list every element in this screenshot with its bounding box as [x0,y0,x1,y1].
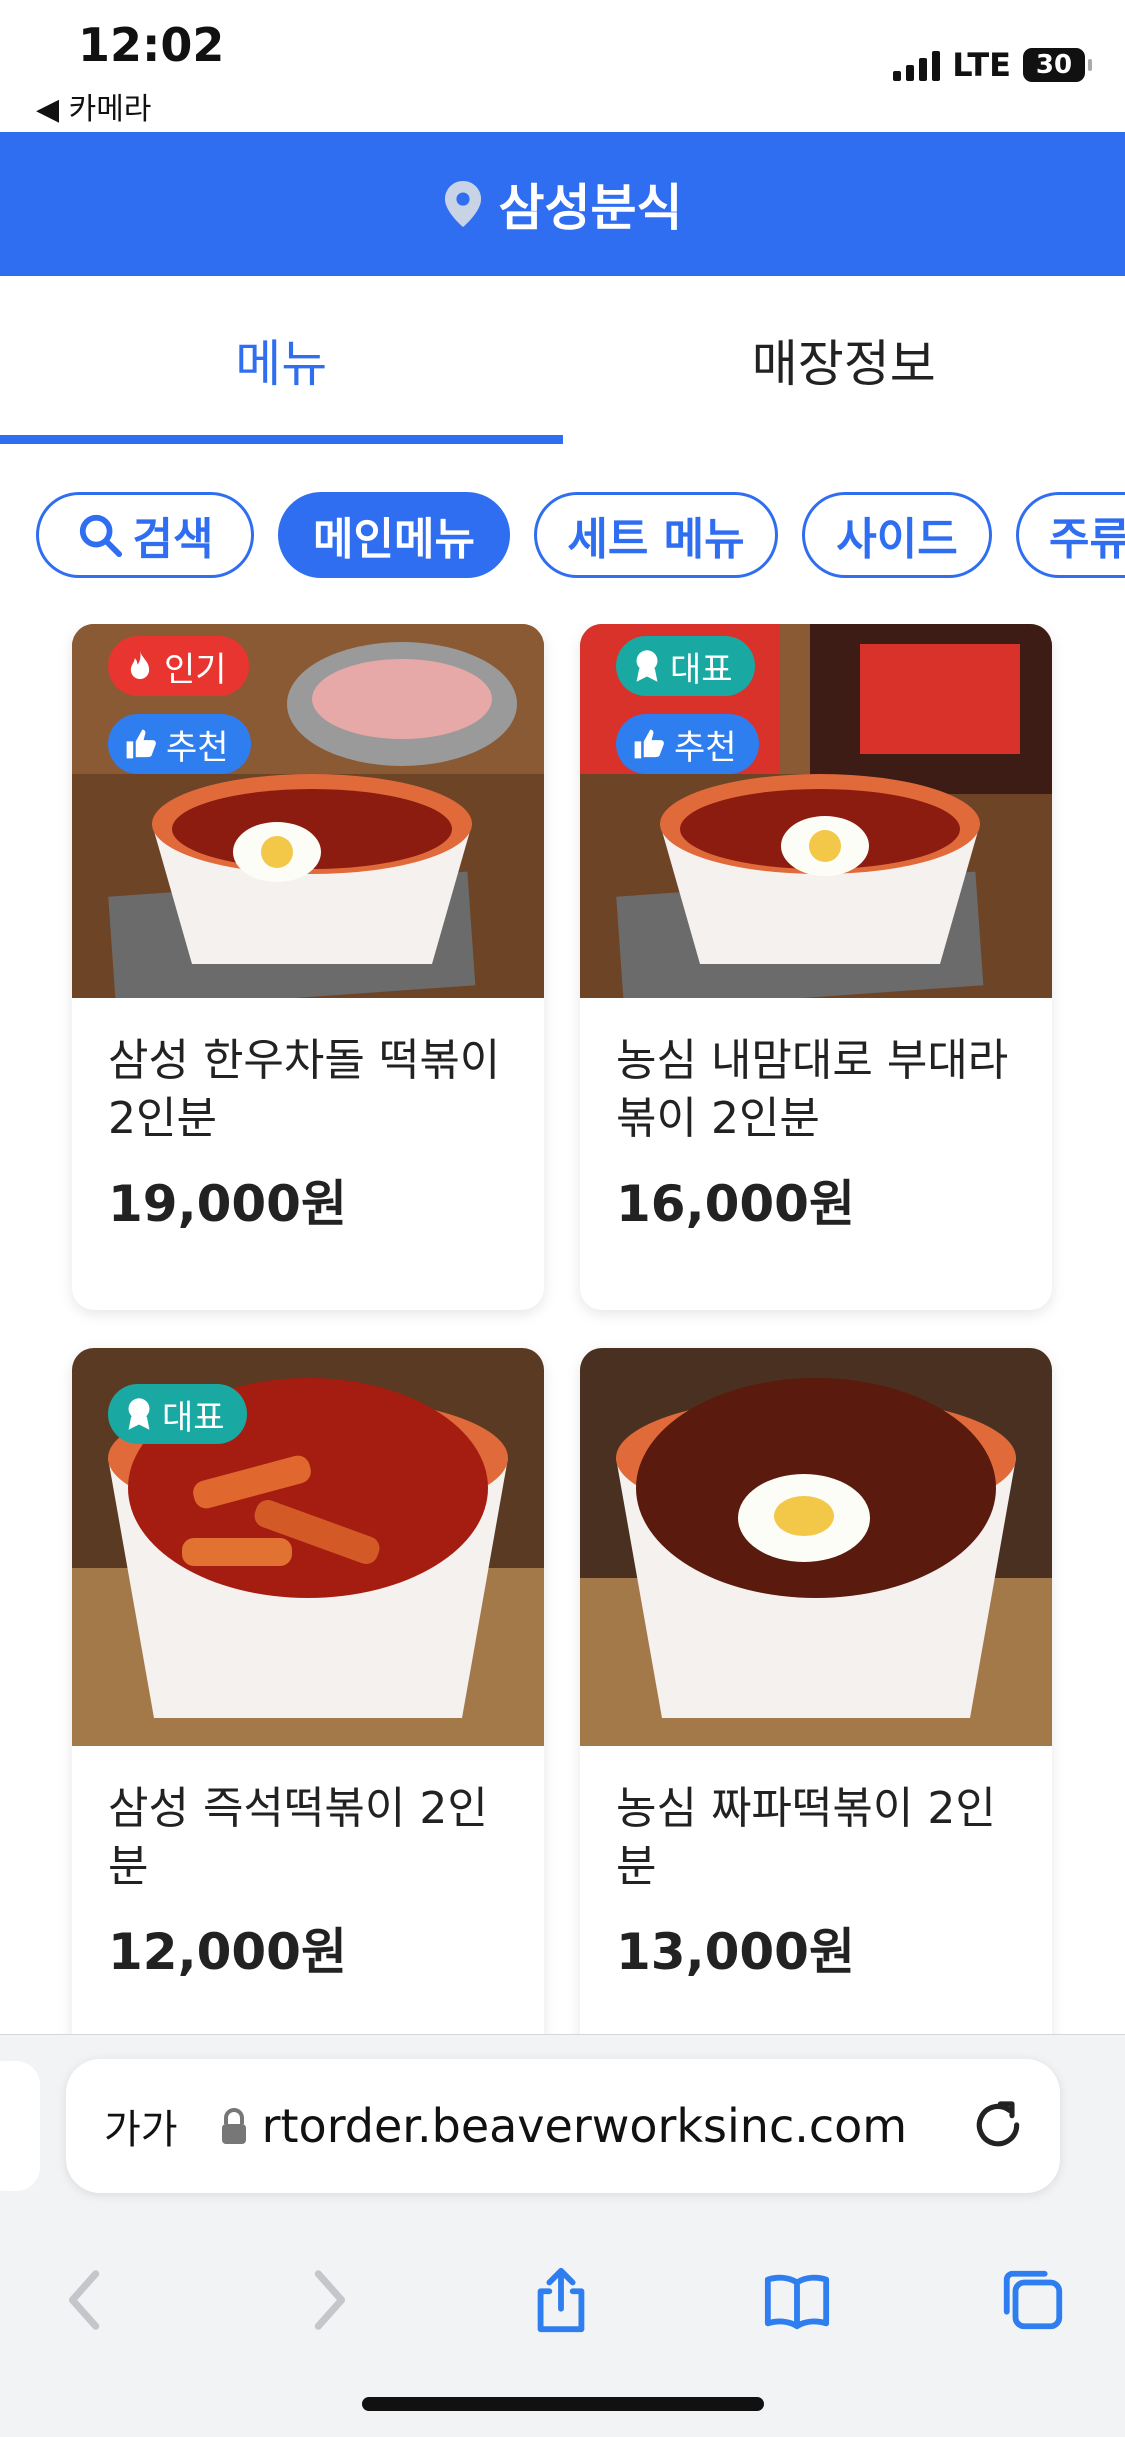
representative-badge-label: 대표 [670,642,733,691]
menu-card[interactable]: 대표 추천 농심 내맘대로 부대라볶이 2인분 16,000원 [580,624,1052,1310]
status-time: 12:02 [78,18,224,72]
chip-set-menu[interactable]: 세트 메뉴 [534,492,778,578]
category-chips: 검색 메인메뉴 세트 메뉴 사이드 주류 [0,444,1125,624]
status-bar: 12:02 ◀ 카메라 LTE 30 [0,0,1125,132]
back-to-camera-link[interactable]: ◀ 카메라 [36,84,151,128]
menu-card[interactable]: 농심 짜파떡볶이 2인분 13,000원 [580,1348,1052,2034]
menu-price: 12,000원 [72,1896,544,1984]
recommend-badge-label: 추천 [674,720,737,769]
menu-name: 삼성 즉석떡볶이 2인분 [72,1746,544,1896]
store-header: 삼성분식 [0,132,1125,276]
back-arrow-icon[interactable] [52,2265,122,2335]
menu-image: 인기 추천 [72,624,544,998]
award-ribbon-icon [632,649,662,683]
lock-icon [220,2108,248,2144]
chip-alcohol[interactable]: 주류 [1016,492,1125,578]
main-tabs: 메뉴 매장정보 [0,276,1125,444]
forward-arrow-icon[interactable] [292,2265,362,2335]
address-bar[interactable]: 가가 rtorder.beaverworksinc.com [66,2059,1060,2193]
menu-price: 16,000원 [580,1148,1052,1236]
battery-icon: 30 [1023,48,1085,82]
representative-badge: 대표 [108,1384,247,1444]
representative-badge-label: 대표 [162,1390,225,1439]
menu-price: 13,000원 [580,1896,1052,1984]
bookmarks-icon[interactable] [762,2265,832,2335]
fire-icon [124,649,156,683]
menu-price: 19,000원 [72,1148,544,1236]
browser-nav-row [0,2235,1125,2355]
previous-tab-preview[interactable] [0,2061,40,2191]
recommend-badge: 추천 [108,714,251,774]
url-text: rtorder.beaverworksinc.com [262,2099,908,2153]
menu-name: 삼성 한우차돌 떡볶이 2인분 [72,998,544,1148]
thumbs-up-icon [124,728,158,760]
chip-main-menu[interactable]: 메인메뉴 [278,492,510,578]
recommend-badge: 추천 [616,714,759,774]
home-indicator [362,2397,764,2411]
menu-image: 대표 추천 [580,624,1052,998]
search-icon [77,512,123,558]
jjapa-tteokbokki-photo [580,1348,1052,1746]
tab-menu[interactable]: 메뉴 [0,276,563,444]
menu-card[interactable]: 인기 추천 삼성 한우차돌 떡볶이 2인분 19,000원 [72,624,544,1310]
network-type: LTE [952,46,1011,84]
page-settings-button[interactable]: 가가 [104,2097,178,2155]
popular-badge: 인기 [108,636,249,696]
reload-icon[interactable] [970,2097,1026,2153]
tab-store-info[interactable]: 매장정보 [563,276,1125,444]
signal-icon [893,49,940,81]
store-name: 삼성분식 [499,168,683,240]
popular-badge-label: 인기 [164,642,227,691]
chip-side[interactable]: 사이드 [802,492,992,578]
recommend-badge-label: 추천 [166,720,229,769]
award-ribbon-icon [124,1397,154,1431]
thumbs-up-icon [632,728,666,760]
search-chip-label: 검색 [133,503,214,567]
status-indicators: LTE 30 [893,46,1085,84]
menu-card[interactable]: 대표 삼성 즉석떡볶이 2인분 12,000원 [72,1348,544,2034]
browser-toolbar: 가가 rtorder.beaverworksinc.com [0,2034,1125,2437]
menu-name: 농심 내맘대로 부대라볶이 2인분 [580,998,1052,1148]
location-pin-icon [443,181,483,227]
menu-name: 농심 짜파떡볶이 2인분 [580,1746,1052,1896]
menu-image [580,1348,1052,1746]
menu-image: 대표 [72,1348,544,1746]
menu-grid: 인기 추천 삼성 한우차돌 떡볶이 2인분 19,000원 [0,624,1125,2034]
representative-badge: 대표 [616,636,755,696]
share-icon[interactable] [526,2265,596,2335]
tabs-icon[interactable] [998,2265,1068,2335]
search-chip[interactable]: 검색 [36,492,254,578]
